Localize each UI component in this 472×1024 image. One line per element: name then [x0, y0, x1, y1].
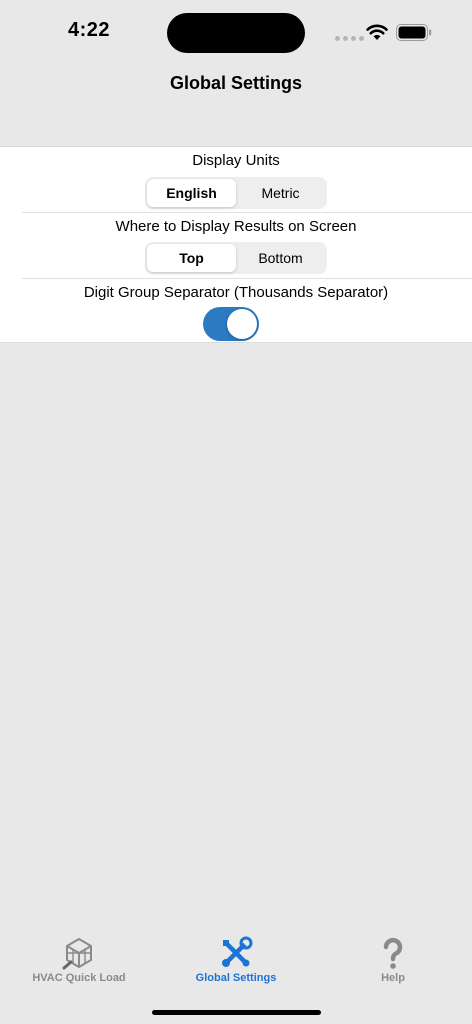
battery-icon: [396, 24, 432, 41]
settings-panel: Display Units English Metric Where to Di…: [0, 146, 472, 343]
status-time: 4:22: [68, 19, 111, 41]
toggle-knob: [227, 309, 257, 339]
display-units-metric-segment[interactable]: Metric: [236, 179, 325, 207]
results-position-bottom-segment[interactable]: Bottom: [236, 244, 325, 272]
results-position-top-segment[interactable]: Top: [147, 244, 236, 272]
results-position-label: Where to Display Results on Screen: [115, 218, 357, 235]
tab-help[interactable]: Help: [314, 930, 472, 990]
home-indicator: [152, 1010, 321, 1015]
tab-label: Global Settings: [195, 972, 277, 984]
display-units-label: Display Units: [192, 152, 280, 169]
question-mark-icon: [383, 937, 403, 969]
divider: [22, 212, 472, 213]
divider: [22, 278, 472, 279]
status-bar: 4:22: [0, 0, 472, 60]
cellular-signal-icon: [335, 36, 364, 41]
digit-separator-toggle[interactable]: [203, 307, 259, 341]
page-title: Global Settings: [169, 73, 302, 93]
cube-icon: [62, 938, 92, 970]
tab-global-settings[interactable]: Global Settings: [157, 930, 315, 990]
tab-hvac-quick-load[interactable]: HVAC Quick Load: [0, 930, 158, 990]
results-position-segmented-control: Top Bottom: [145, 242, 327, 274]
tab-label: Help: [381, 972, 405, 984]
wifi-icon: [366, 24, 388, 40]
tab-label: HVAC Quick Load: [32, 972, 126, 984]
dynamic-island: [167, 13, 305, 53]
display-units-english-segment[interactable]: English: [147, 179, 236, 207]
tools-icon: [222, 936, 253, 967]
display-units-segmented-control: English Metric: [145, 177, 327, 209]
digit-separator-label: Digit Group Separator (Thousands Separat…: [83, 284, 389, 301]
